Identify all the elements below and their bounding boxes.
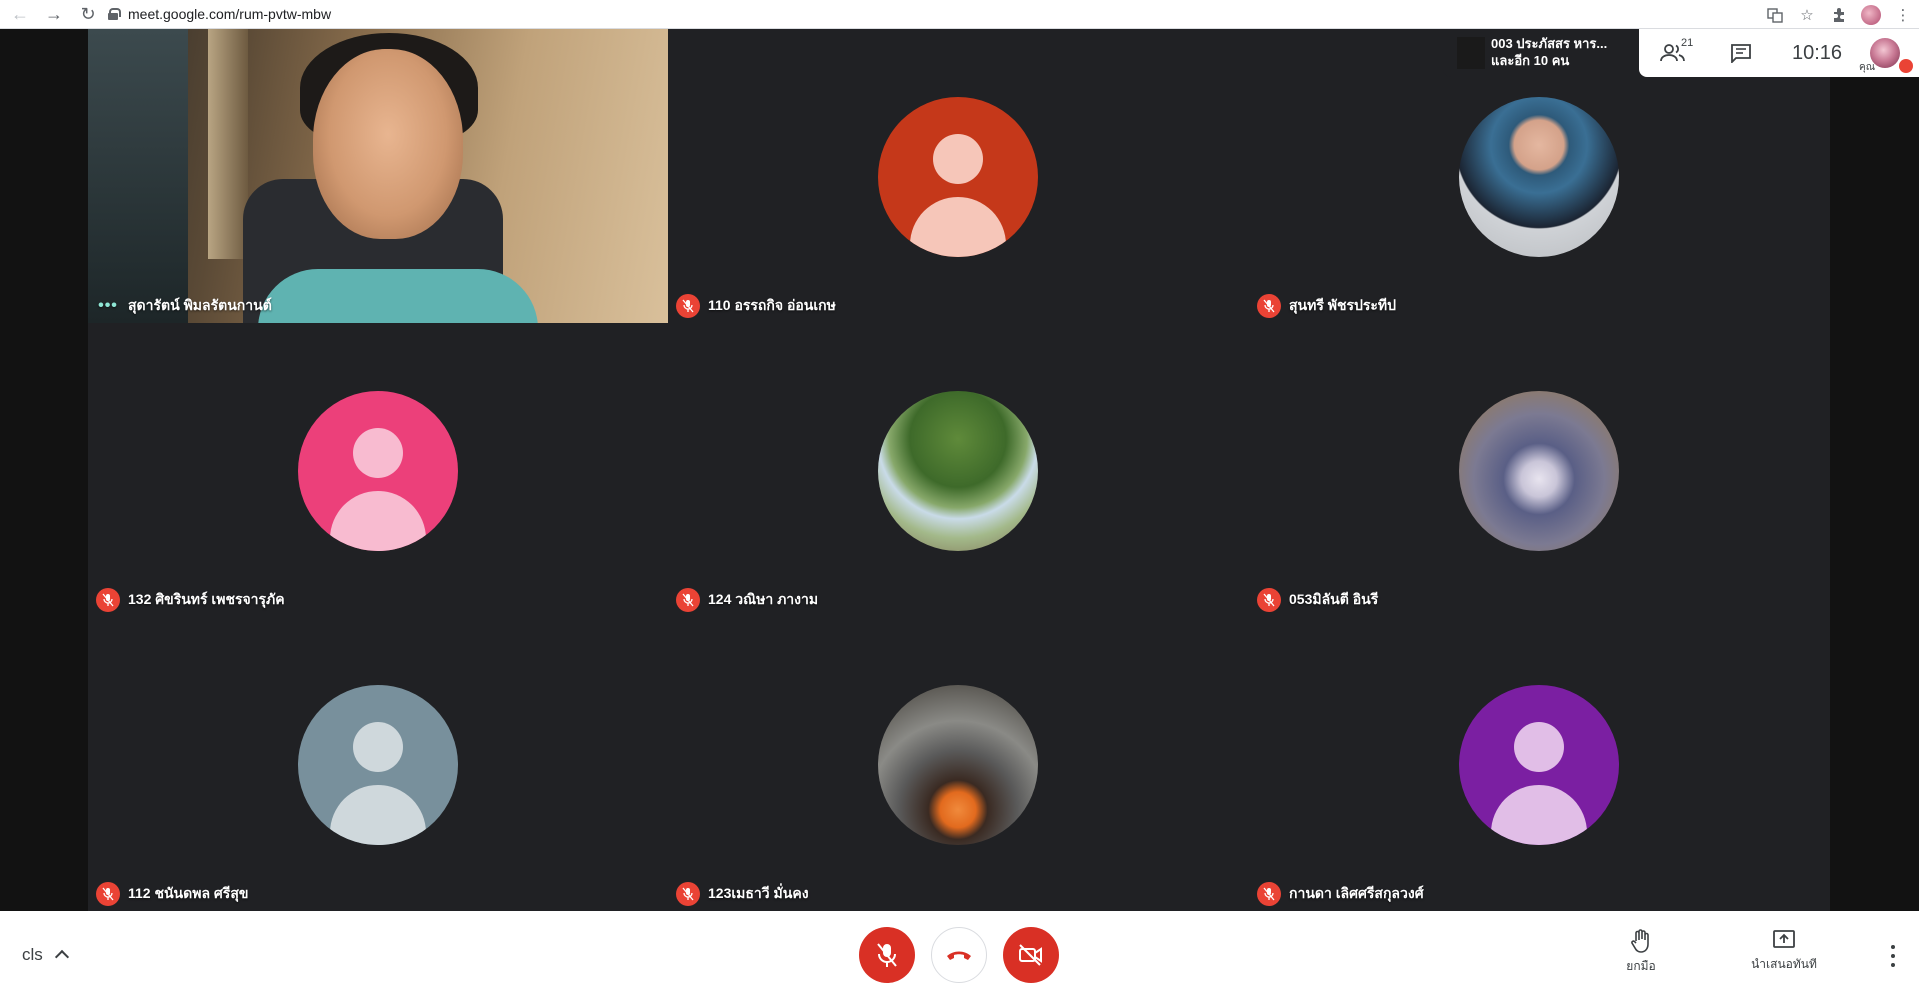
default-avatar-icon	[1459, 685, 1619, 845]
participant-name-label: กานดา เลิศศรีสกุลวงศ์	[1257, 881, 1424, 907]
leave-call-button[interactable]	[931, 927, 987, 983]
participant-name-label: 123เมธาวี มั่นคง	[676, 881, 809, 907]
lock-icon[interactable]	[108, 8, 121, 20]
participant-tile-video[interactable]: ••• สุดารัตน์ พิมลรัตนกานต์	[88, 29, 668, 323]
mic-off-icon	[877, 943, 897, 967]
chat-button[interactable]	[1707, 29, 1775, 77]
presenter-thumbnail	[1457, 37, 1485, 69]
people-count: 21	[1681, 37, 1694, 49]
participant-name-label: 110 อรรถกิจ อ่อนเกษ	[676, 293, 836, 319]
address-bar[interactable]: meet.google.com/rum-pvtw-mbw	[108, 2, 331, 26]
self-view[interactable]: คุณ	[1859, 29, 1913, 77]
people-button[interactable]: 21	[1639, 29, 1707, 77]
mic-off-icon	[676, 882, 700, 906]
speaking-indicator-icon: •••	[98, 297, 118, 314]
profile-photo	[878, 391, 1038, 551]
participant-name-label: 124 วณิษา ภางาม	[676, 587, 818, 613]
forward-icon[interactable]: →	[40, 2, 68, 26]
extensions-icon[interactable]	[1823, 0, 1855, 29]
participant-tile[interactable]: 132 ศิขรินทร์ เพชรจารุภัค	[88, 323, 668, 617]
camera-off-icon	[1019, 944, 1042, 966]
participant-tile[interactable]: 110 อรรถกิจ อ่อนเกษ	[668, 29, 1248, 323]
profile-photo	[1459, 97, 1619, 257]
participant-name: 053มิลันตี อินรี	[1289, 591, 1379, 607]
participant-tile[interactable]: 112 ชนันดพล ศรีสุข	[88, 617, 668, 911]
participant-name-label: 112 ชนันดพล ศรีสุข	[96, 881, 248, 907]
mic-off-icon	[676, 588, 700, 612]
mic-off-icon	[1257, 294, 1281, 318]
meeting-stage: ••• สุดารัตน์ พิมลรัตนกานต์ 110 อรรถกิจ …	[0, 29, 1919, 911]
participant-name: 110 อรรถกิจ อ่อนเกษ	[708, 297, 836, 313]
back-icon[interactable]: ←	[6, 2, 34, 26]
star-icon[interactable]: ☆	[1791, 0, 1823, 29]
mic-off-icon	[96, 588, 120, 612]
participant-name-label: สุนทรี พัชรประทีป	[1257, 293, 1396, 319]
default-avatar-icon	[298, 391, 458, 551]
participant-name-label: 132 ศิขรินทร์ เพชรจารุภัค	[96, 587, 285, 613]
participant-tile[interactable]: 124 วณิษา ภางาม	[668, 323, 1248, 617]
browser-toolbar: ← → ↻ meet.google.com/rum-pvtw-mbw ☆ ⋮	[0, 0, 1919, 29]
meeting-code: cls	[22, 945, 43, 964]
raise-hand-button[interactable]: ยกมือ	[1596, 929, 1686, 976]
participant-name: 112 ชนันดพล ศรีสุข	[128, 885, 249, 901]
profile-avatar[interactable]	[1855, 0, 1887, 29]
self-label: คุณ	[1859, 62, 1875, 73]
mic-off-icon	[676, 294, 700, 318]
present-icon	[1773, 930, 1795, 948]
presenter-others: และอีก 10 คน	[1491, 53, 1570, 68]
participant-name-label: ••• สุดารัตน์ พิมลรัตนกานต์	[96, 293, 272, 319]
url-text[interactable]: meet.google.com/rum-pvtw-mbw	[128, 6, 331, 22]
control-bar: cls ยกมือ นำเสนอทันที	[0, 911, 1919, 1001]
raise-hand-label: ยกมือ	[1626, 959, 1656, 973]
participant-tile[interactable]: กานดา เลิศศรีสกุลวงศ์	[1249, 617, 1829, 911]
participant-name: 123เมธาวี มั่นคง	[708, 885, 809, 901]
participant-tile[interactable]: 123เมธาวี มั่นคง	[668, 617, 1248, 911]
video-background	[208, 29, 248, 259]
video-background	[88, 29, 188, 323]
profile-photo	[1459, 391, 1619, 551]
mic-off-icon	[96, 882, 120, 906]
meeting-clock: 10:16	[1791, 41, 1843, 64]
participant-grid: ••• สุดารัตน์ พิมลรัตนกานต์ 110 อรรถกิจ …	[88, 29, 1830, 911]
hang-up-icon	[947, 951, 971, 960]
reload-icon[interactable]: ↻	[74, 2, 102, 26]
camera-toggle-button[interactable]	[1003, 927, 1059, 983]
more-options-icon[interactable]	[1885, 941, 1901, 971]
video-person-shirt	[258, 269, 538, 323]
participant-name: สุดารัตน์ พิมลรัตนกานต์	[128, 297, 272, 313]
present-now-label: นำเสนอทันที	[1751, 957, 1817, 971]
meeting-details-toggle[interactable]: cls	[22, 945, 69, 965]
menu-icon[interactable]: ⋮	[1887, 0, 1919, 29]
video-person-face	[313, 49, 463, 239]
mic-off-icon	[1257, 882, 1281, 906]
meeting-header: 003 ประภัสสร หาร... และอีก 10 คน 21 10:1…	[1443, 29, 1919, 77]
participant-name-label: 053มิลันตี อินรี	[1257, 587, 1378, 613]
participant-name: กานดา เลิศศรีสกุลวงศ์	[1289, 885, 1424, 901]
presenter-name: 003 ประภัสสร หาร...	[1491, 36, 1608, 51]
mic-toggle-button[interactable]	[859, 927, 915, 983]
default-avatar-icon	[298, 685, 458, 845]
default-avatar-icon	[878, 97, 1038, 257]
participant-name: 124 วณิษา ภางาม	[708, 591, 819, 607]
mic-off-icon	[1257, 588, 1281, 612]
chevron-up-icon	[54, 949, 69, 965]
mic-off-icon	[1899, 59, 1913, 73]
participant-name: 132 ศิขรินทร์ เพชรจารุภัค	[128, 591, 285, 607]
translate-icon[interactable]	[1759, 0, 1791, 29]
participant-tile[interactable]: 053มิลันตี อินรี	[1249, 323, 1829, 617]
chat-icon	[1731, 44, 1751, 63]
present-now-button[interactable]: นำเสนอทันที	[1739, 929, 1829, 974]
presenter-info[interactable]: 003 ประภัสสร หาร... และอีก 10 คน	[1443, 29, 1639, 77]
participant-name: สุนทรี พัชรประทีป	[1289, 297, 1397, 313]
hand-icon	[1631, 929, 1649, 953]
profile-photo	[878, 685, 1038, 845]
